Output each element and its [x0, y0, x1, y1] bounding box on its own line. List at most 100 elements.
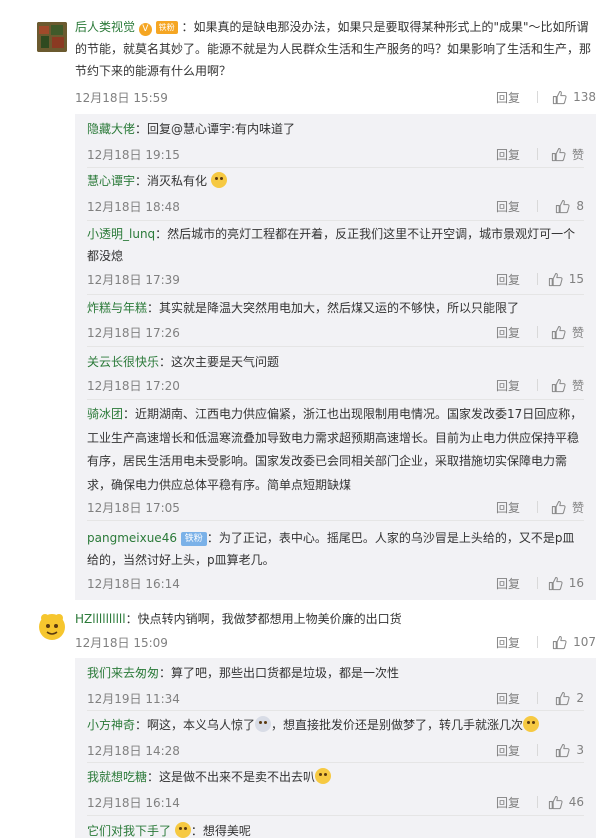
reply-button[interactable]: 回复 [496, 688, 520, 708]
reply-button[interactable]: 回复 [496, 740, 520, 760]
like-count: 16 [568, 576, 584, 590]
divider [537, 796, 538, 808]
divider [537, 273, 538, 285]
reply-time: 12月18日 16:14 [87, 577, 180, 591]
thumbs-up-icon [551, 378, 566, 393]
reply-time: 12月18日 17:39 [87, 273, 180, 287]
smile-emoji-icon [523, 716, 540, 732]
reply-button[interactable]: 回复 [496, 87, 520, 107]
reply-meta: 12月18日 18:48 回复 8 [87, 196, 584, 216]
comment-time: 12月18日 15:59 [75, 91, 168, 105]
like-button[interactable]: 15 [548, 269, 584, 289]
reply-meta: 12月19日 11:34 回复 2 [87, 688, 584, 708]
reply-divider [87, 815, 584, 816]
reply-time: 12月19日 11:34 [87, 692, 180, 706]
avatar[interactable] [37, 612, 67, 642]
thumbs-up-icon [552, 90, 567, 105]
reply-button[interactable]: 回复 [496, 196, 520, 216]
thumbs-up-icon [555, 691, 570, 706]
like-count: 赞 [571, 147, 584, 162]
reply-divider [87, 220, 584, 221]
reply-text: ：算了吧，那些出口货都是垃圾，都是一次性 [159, 666, 400, 680]
reply-button[interactable]: 回复 [496, 375, 520, 395]
reply-button[interactable]: 回复 [496, 632, 520, 652]
fan-badge-icon [174, 822, 191, 838]
comment-meta: 12月18日 15:59 回复 138 [75, 87, 596, 107]
reply-meta: 12月18日 17:26 回复 赞 [87, 322, 584, 342]
divider [537, 744, 538, 756]
like-button[interactable]: 赞 [551, 322, 584, 342]
like-button[interactable]: 赞 [551, 144, 584, 164]
like-button[interactable]: 46 [548, 792, 584, 812]
divider [537, 379, 538, 391]
reply-button[interactable]: 回复 [496, 573, 520, 593]
reply-divider [87, 294, 584, 295]
reply-text: ：想得美呢 [190, 824, 251, 838]
thumbs-up-icon [551, 500, 566, 515]
reply-panel: 我们来去匆匆：算了吧，那些出口货都是垃圾，都是一次性 12月19日 11:34 … [75, 658, 596, 838]
reply-username[interactable]: 我就想吃糖 [87, 770, 147, 784]
reply-time: 12月18日 16:14 [87, 796, 180, 810]
like-button[interactable]: 8 [555, 196, 584, 216]
reply-button[interactable]: 回复 [496, 322, 520, 342]
thumbs-up-icon [555, 199, 570, 214]
reply-text-continued: ，想直接批发价还是别做梦了，转几手就涨几次 [271, 718, 524, 732]
reply-text: ：啊这，本义乌人惊了 [135, 718, 256, 732]
like-button[interactable]: 138 [552, 87, 596, 107]
reply-time: 12月18日 17:20 [87, 379, 180, 393]
like-button[interactable]: 3 [555, 740, 584, 760]
comment-body: HZllllllllll：快点转内销啊，我做梦都想用上物美价廉的出口货 [75, 608, 597, 630]
reply-button[interactable]: 回复 [496, 497, 520, 517]
comment-username[interactable]: 后人类视觉 [75, 20, 135, 34]
reply-text: ：其实就是降温大突然用电加大，然后煤又运的不够快，所以只能限了 [147, 301, 520, 315]
avatar[interactable] [37, 22, 67, 52]
smile-emoji-icon [210, 172, 227, 188]
reply-time: 12月18日 19:15 [87, 148, 180, 162]
reply-divider [87, 346, 584, 347]
comment-username[interactable]: HZllllllllll [75, 612, 126, 626]
reply-time: 12月18日 14:28 [87, 744, 180, 758]
like-button[interactable]: 赞 [551, 375, 584, 395]
like-count: 赞 [571, 325, 584, 340]
reply-username[interactable]: 炸糕与年糕 [87, 301, 147, 315]
comment-text: ：快点转内销啊，我做梦都想用上物美价廉的出口货 [125, 612, 402, 626]
thumbs-up-icon [548, 272, 563, 287]
reply-username[interactable]: 小方神奇 [87, 718, 135, 732]
divider [537, 326, 538, 338]
like-count: 3 [576, 743, 584, 757]
reply-username[interactable]: pangmeixue46 [87, 531, 177, 545]
reply-username[interactable]: 我们来去匆匆 [87, 666, 159, 680]
reply-button[interactable]: 回复 [496, 792, 520, 812]
reply-item: 关云长很快乐：这次主要是天气问题 12月18日 17:20 回复 赞 [87, 351, 584, 393]
reply-username[interactable]: 小透明_lunq [87, 227, 155, 241]
reply-username[interactable]: 慧心谭宇 [87, 174, 135, 188]
divider [537, 636, 538, 648]
reply-text: ：这是做不出来不是卖不出去叭 [147, 770, 316, 784]
reply-username[interactable]: 骑冰团 [87, 407, 123, 421]
reply-username[interactable]: 关云长很快乐 [87, 355, 159, 369]
reply-item: 小方神奇：啊这，本义乌人惊了 ，想直接批发价还是别做梦了，转几手就涨几次 12月1… [87, 714, 584, 758]
thumbs-up-icon [551, 147, 566, 162]
divider [537, 148, 538, 160]
reply-meta: 12月18日 14:28 回复 3 [87, 740, 584, 760]
like-button[interactable]: 2 [555, 688, 584, 708]
reply-meta: 12月18日 17:05 回复 赞 [87, 497, 584, 517]
reply-button[interactable]: 回复 [496, 269, 520, 289]
like-count: 138 [573, 90, 596, 104]
reply-divider [87, 167, 584, 168]
like-button[interactable]: 16 [548, 573, 584, 593]
reply-username[interactable]: 隐藏大佬 [87, 122, 135, 136]
reply-time: 12月18日 18:48 [87, 200, 180, 214]
like-button[interactable]: 赞 [551, 497, 584, 517]
reply-item: pangmeixue46 铁粉 ：为了正记，表中心。摇尾巴。人家的乌沙冒是上头给的… [87, 527, 584, 591]
like-button[interactable]: 107 [552, 632, 596, 652]
laugh-emoji-icon [315, 768, 332, 784]
thumbs-up-icon [551, 325, 566, 340]
reply-item: 它们对我下手了 ：想得美呢 [87, 820, 584, 838]
reply-username[interactable]: 它们对我下手了 [87, 824, 171, 838]
reply-button[interactable]: 回复 [496, 144, 520, 164]
thumbs-up-icon [548, 795, 563, 810]
thumbs-up-icon [552, 635, 567, 650]
divider [537, 200, 538, 212]
reply-meta: 12月18日 19:15 回复 赞 [87, 144, 584, 164]
